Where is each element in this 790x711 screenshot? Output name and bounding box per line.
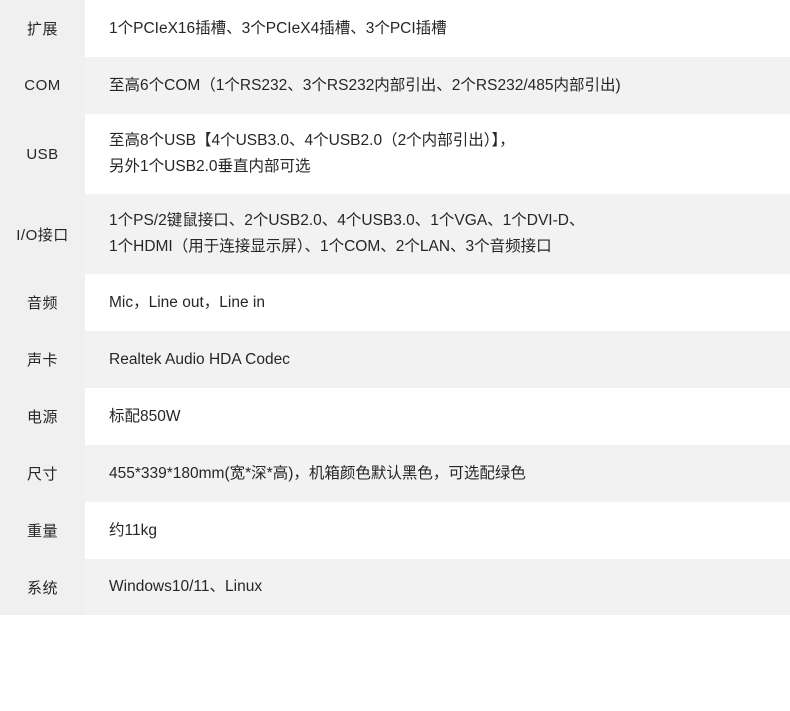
spec-row-value: 至高6个COM（1个RS232、3个RS232内部引出、2个RS232/485内… <box>85 57 790 114</box>
spec-row-label: 声卡 <box>0 331 85 388</box>
spec-row-value-line: Mic，Line out，Line in <box>109 293 265 311</box>
spec-row: 扩展 1个PCIeX16插槽、3个PCIeX4插槽、3个PCI插槽 <box>0 0 790 57</box>
spec-row: 尺寸 455*339*180mm(宽*深*高)，机箱颜色默认黑色，可选配绿色 <box>0 445 790 502</box>
specification-table-body: 扩展 1个PCIeX16插槽、3个PCIeX4插槽、3个PCI插槽 COM 至高6个C… <box>0 0 790 615</box>
spec-row-label: 电源 <box>0 388 85 445</box>
spec-row: COM 至高6个COM（1个RS232、3个RS232内部引出、2个RS232/4… <box>0 57 790 114</box>
spec-row-value: Mic，Line out，Line in <box>85 274 790 331</box>
spec-row-value: Realtek Audio HDA Codec <box>85 331 790 388</box>
spec-row-value-line: 1个HDMI（用于连接显示屏）、1个COM、2个LAN、3个音频接口 <box>109 238 552 255</box>
spec-row: 音频 Mic，Line out，Line in <box>0 274 790 331</box>
spec-row-value: 1个PCIeX16插槽、3个PCIeX4插槽、3个PCI插槽 <box>85 0 790 57</box>
spec-row-value-line: 1个PS/2键鼠接口、2个USB2.0、4个USB3.0、1个VGA、1个DVI… <box>109 212 585 229</box>
spec-row-label: COM <box>0 57 85 114</box>
spec-row: 电源 标配850W <box>0 388 790 445</box>
spec-row-label: USB <box>0 114 85 194</box>
spec-row: 系统 Windows10/11、Linux <box>0 559 790 615</box>
spec-row-label: 音频 <box>0 274 85 331</box>
page-bottom-whitespace <box>0 615 790 708</box>
spec-row: USB 至高8个USB【4个USB3.0、4个USB2.0（2个内部引出）】， 另外… <box>0 114 790 194</box>
spec-row-label: 扩展 <box>0 0 85 57</box>
spec-row-value: 至高8个USB【4个USB3.0、4个USB2.0（2个内部引出）】， 另外1个U… <box>85 114 790 194</box>
spec-row: 重量 约11kg <box>0 502 790 559</box>
spec-row-value-line: 至高8个USB【4个USB3.0、4个USB2.0（2个内部引出）】， <box>109 132 515 149</box>
spec-row-value: 1个PS/2键鼠接口、2个USB2.0、4个USB3.0、1个VGA、1个DVI… <box>85 194 790 274</box>
spec-row: 声卡 Realtek Audio HDA Codec <box>0 331 790 388</box>
spec-row-value-line: Windows10/11、Linux <box>109 578 263 595</box>
spec-row-value-line: 1个PCIeX16插槽、3个PCIeX4插槽、3个PCI插槽 <box>109 19 447 37</box>
spec-row-label: 尺寸 <box>0 445 85 502</box>
spec-row-label: I/O接口 <box>0 194 85 274</box>
spec-row-value-line: 另外1个USB2.0垂直内部可选 <box>109 158 311 175</box>
spec-row-value-line: 标配850W <box>109 407 181 425</box>
spec-row-value-line: 至高6个COM（1个RS232、3个RS232内部引出、2个RS232/485内… <box>109 76 621 94</box>
spec-row-value: 455*339*180mm(宽*深*高)，机箱颜色默认黑色，可选配绿色 <box>85 445 790 502</box>
spec-row-value-line: 约11kg <box>109 521 157 539</box>
spec-row-label: 系统 <box>0 559 85 615</box>
spec-row-value: 约11kg <box>85 502 790 559</box>
spec-row-value: Windows10/11、Linux <box>85 559 790 615</box>
spec-row-label: 重量 <box>0 502 85 559</box>
spec-row-value: 标配850W <box>85 388 790 445</box>
spec-row-value-line: Realtek Audio HDA Codec <box>109 350 290 368</box>
spec-row: I/O接口 1个PS/2键鼠接口、2个USB2.0、4个USB3.0、1个VGA、… <box>0 194 790 274</box>
spec-row-value-line: 455*339*180mm(宽*深*高)，机箱颜色默认黑色，可选配绿色 <box>109 464 526 482</box>
specification-table: 扩展 1个PCIeX16插槽、3个PCIeX4插槽、3个PCI插槽 COM 至高6个C… <box>0 0 790 615</box>
